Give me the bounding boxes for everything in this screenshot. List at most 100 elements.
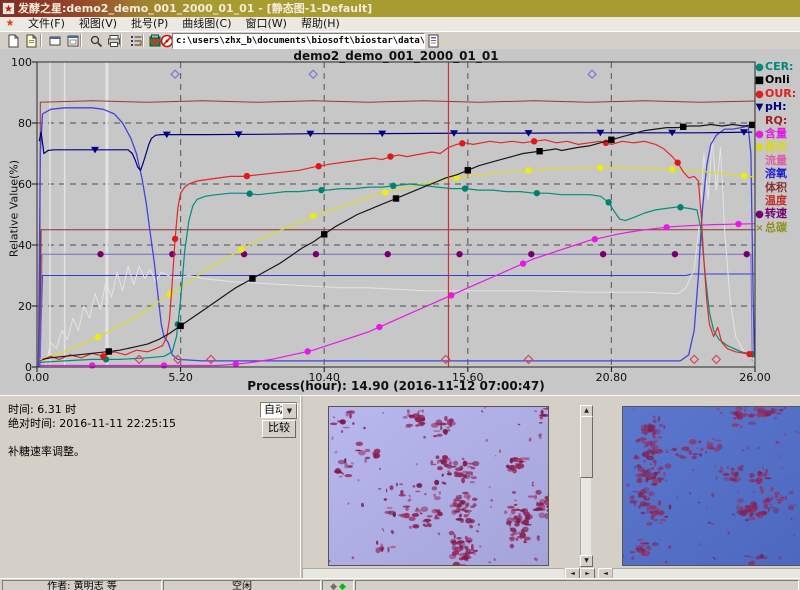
child-window-icon[interactable]: ★ [3, 18, 17, 30]
curve-list-button[interactable] [126, 33, 146, 50]
file-path-field[interactable]: c:\users\zhx_b\documents\biosoft\biostar… [172, 33, 425, 49]
legend-item-温度[interactable]: 温度 [754, 194, 800, 207]
event-diamond-markers [171, 70, 596, 78]
sample-abs-time: 绝对时间: 2016-11-11 22:25:15 [8, 417, 176, 431]
legend-dot-marker-icon: ● [754, 128, 765, 141]
axes [32, 62, 755, 372]
y-tick-label: 80 [2, 117, 32, 130]
gridlines [37, 62, 755, 367]
zoom-button[interactable] [86, 33, 106, 50]
legend-item-菌浓[interactable]: ●菌浓 [754, 140, 800, 153]
status-bar: 作者: 黄明志 等 空闲 ◆◆ [0, 578, 800, 590]
legend-item-流量[interactable]: 流量 [754, 154, 800, 167]
open-document-button[interactable] [21, 33, 41, 50]
legend-item-pH[interactable]: ▼pH: [754, 100, 800, 113]
status-author: 作者: 黄明志 等 [2, 580, 162, 590]
scroll-down-icon[interactable]: ▼ [580, 555, 593, 567]
y-tick-label: 60 [2, 178, 32, 191]
legend-label: CER: [765, 60, 793, 73]
series-菌浓 [40, 164, 755, 359]
micrograph-right [622, 406, 800, 566]
window-title: 发酵之星:demo2_demo_001_2000_01_01 - [静态图-1-… [18, 2, 372, 15]
legend-item-总碳[interactable]: ×总碳 [754, 221, 800, 234]
menu-item-窗口W[interactable]: 窗口(W) [239, 17, 294, 31]
y-tick-label: 20 [2, 300, 32, 313]
series-Online [43, 122, 756, 360]
panel-splitter[interactable] [300, 396, 303, 579]
sample-info: 时间: 6.31 时 绝对时间: 2016-11-11 22:25:15 [8, 403, 176, 431]
toolbar: c:\users\zhx_b\documents\biosoft\biostar… [0, 31, 800, 51]
vertical-scrollbar[interactable]: ▲ ▼ [580, 405, 593, 567]
application-window: ★发酵之星:demo2_demo_001_2000_01_01 - [静态图-1… [0, 0, 800, 590]
y-tick-label: 100 [2, 56, 32, 69]
legend-label: RQ: [765, 114, 787, 127]
print-button[interactable] [104, 33, 124, 50]
window-tile-button[interactable] [63, 33, 83, 50]
legend-item-CER[interactable]: ●CER: [754, 60, 800, 73]
legend-item-转速[interactable]: ●转速 [754, 207, 800, 220]
legend-item-Onli[interactable]: ■Onli [754, 73, 800, 86]
legend-label: 温度 [765, 194, 787, 207]
legend-dot-marker-icon: ● [754, 88, 765, 101]
legend-item-体积[interactable]: 体积 [754, 181, 800, 194]
plot-area[interactable] [37, 62, 755, 367]
legend-dot-marker-icon: ● [754, 61, 765, 74]
series-OUR [40, 138, 755, 361]
legend-tri-marker-icon: ▼ [754, 101, 765, 114]
menu-item-视图V[interactable]: 视图(V) [72, 17, 124, 31]
series-含量 [40, 221, 755, 369]
sample-time: 时间: 6.31 时 [8, 403, 176, 417]
menu-item-文件F[interactable]: 文件(F) [21, 17, 72, 31]
status-diamond-icon: ◆ [329, 582, 338, 590]
legend-label: 流量 [765, 154, 787, 167]
window-restore-button[interactable] [45, 33, 65, 50]
scrollbar-thumb[interactable] [580, 416, 593, 478]
legend-label: 转速 [765, 207, 787, 220]
legend-label: 体积 [765, 181, 787, 194]
legend-x-marker-icon: × [754, 222, 765, 235]
title-bar: ★发酵之星:demo2_demo_001_2000_01_01 - [静态图-1… [0, 0, 800, 17]
chart-legend: ●CER:■Onli●OUR:▼pH:RQ:●含量●菌浓流量溶氧体积温度●转速×… [754, 60, 800, 260]
series-温度 [40, 101, 755, 367]
chart-panel: demo2_demo_001_2000_01_01 Relative Value… [0, 49, 800, 395]
legend-item-含量[interactable]: ●含量 [754, 127, 800, 140]
series-溶氧 [38, 108, 754, 367]
menu-item-曲线图C[interactable]: 曲线图(C) [175, 17, 238, 31]
browse-file-icon[interactable] [424, 33, 444, 50]
compare-button[interactable]: 比较 [262, 420, 296, 438]
series-RQ [45, 138, 755, 367]
status-state: 空闲 [163, 580, 321, 590]
series-流量 [40, 274, 755, 367]
legend-item-溶氧[interactable]: 溶氧 [754, 167, 800, 180]
legend-label: 总碳 [765, 221, 787, 234]
menu-item-批号P[interactable]: 批号(P) [124, 17, 175, 31]
legend-label: pH: [765, 100, 786, 113]
bottom-panel: 时间: 6.31 时 绝对时间: 2016-11-11 22:25:15 补糖速… [0, 395, 800, 579]
menu-item-帮助H[interactable]: 帮助(H) [294, 17, 347, 31]
micrograph-left [328, 406, 549, 566]
series-体积 [40, 230, 755, 367]
legend-label: 菌浓 [765, 140, 787, 153]
legend-label: 含量 [765, 127, 787, 140]
legend-square-marker-icon: ■ [754, 74, 765, 87]
y-axis-label: Relative Value(%) [8, 99, 21, 319]
y-tick-label: 40 [2, 239, 32, 252]
legend-dot-marker-icon: ● [754, 141, 765, 154]
legend-item-OUR[interactable]: ●OUR: [754, 87, 800, 100]
sample-note: 补糖速率调整。 [8, 443, 85, 459]
mode-dropdown[interactable]: 自动 ▼ [260, 402, 298, 418]
new-document-button[interactable] [3, 33, 23, 50]
legend-label: OUR: [765, 87, 796, 100]
status-diamond-icon: ◆ [338, 582, 347, 590]
legend-dot-marker-icon: ● [754, 208, 765, 221]
chart-title: demo2_demo_001_2000_01_01 [37, 49, 755, 63]
status-extra [355, 580, 799, 590]
app-icon[interactable]: ★ [2, 2, 15, 15]
status-indicators: ◆◆ [322, 580, 354, 590]
x-axis-label: Process(hour): 14.90 (2016-11-12 07:00:4… [37, 379, 755, 393]
legend-label: 溶氧 [765, 167, 787, 180]
legend-item-RQ[interactable]: RQ: [754, 114, 800, 127]
menu-bar: ★ 文件(F)视图(V)批号(P)曲线图(C)窗口(W)帮助(H) [0, 17, 800, 32]
series-pH [39, 129, 752, 170]
chevron-down-icon[interactable]: ▼ [282, 403, 297, 419]
